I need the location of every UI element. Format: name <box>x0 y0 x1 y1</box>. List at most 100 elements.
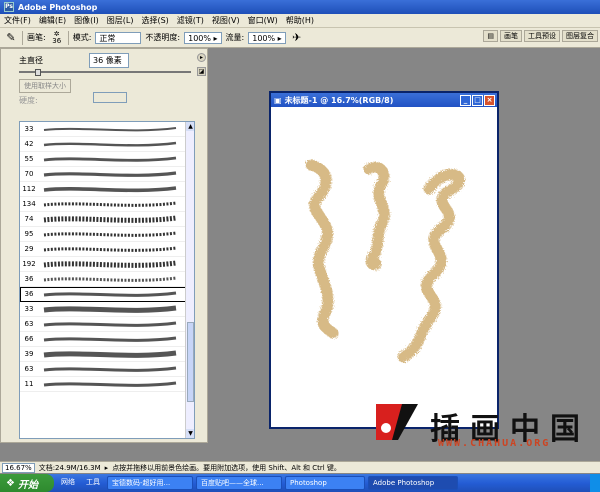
brush-preset-panel: 主直径 36 像素 ▸ ◪ 使用取样大小 硬度: 33 42 55 70 112 134 7… <box>0 48 208 443</box>
airbrush-icon[interactable]: ✈ <box>290 31 304 45</box>
start-button[interactable]: ❖ 开始 <box>0 474 54 492</box>
brush-stroke-path <box>43 246 177 252</box>
brush-size-label: 63 <box>24 320 34 328</box>
brush-preset-picker[interactable]: ✲ 36 <box>50 30 64 45</box>
brush-stroke-path <box>43 350 177 358</box>
scroll-up-arrow[interactable]: ▲ <box>186 122 194 131</box>
brush-preset-item[interactable]: 95 <box>20 227 194 242</box>
app-titlebar: Ps Adobe Photoshop <box>0 0 600 14</box>
close-button[interactable]: × <box>484 94 495 106</box>
brush-preset-item[interactable]: 63 <box>20 317 194 332</box>
brush-stroke-path <box>43 171 177 177</box>
document-canvas[interactable] <box>271 107 497 427</box>
brush-stroke-preview <box>43 186 177 193</box>
menu-filter[interactable]: 滤镜(T) <box>177 15 204 26</box>
palette-tab-tool-presets[interactable]: 工具预设 <box>524 30 560 42</box>
status-arrow-icon[interactable]: ▸ <box>105 464 109 472</box>
brush-preset-item[interactable]: 55 <box>20 152 194 167</box>
brush-preset-item[interactable]: 39 <box>20 347 194 362</box>
hardness-input[interactable] <box>93 92 127 103</box>
maximize-button[interactable]: □ <box>472 94 483 106</box>
palette-well: ▤ 画笔 工具预设 图层复合 <box>483 30 598 42</box>
brush-preset-item[interactable]: 192 <box>20 257 194 272</box>
menu-file[interactable]: 文件(F) <box>4 15 31 26</box>
brush-stroke-path <box>43 321 177 327</box>
menu-view[interactable]: 视图(V) <box>212 15 240 26</box>
brush-size-label: 63 <box>24 365 34 373</box>
menu-select[interactable]: 选择(S) <box>141 15 168 26</box>
flow-value: 100% <box>252 33 276 43</box>
menu-window[interactable]: 窗口(W) <box>248 15 278 26</box>
minimize-button[interactable]: _ <box>460 94 471 106</box>
brush-preset-item[interactable]: 36 <box>20 287 194 302</box>
brush-stroke-preview <box>43 260 177 268</box>
opacity-label: 不透明度: <box>145 33 181 42</box>
brush-stroke-path <box>43 215 177 223</box>
brush-preset-item[interactable]: 11 <box>20 377 194 392</box>
diameter-slider-track[interactable] <box>19 71 191 73</box>
brush-list[interactable]: 33 42 55 70 112 134 74 95 29 192 36 36 33 63 66 39 63 11 … <box>19 121 195 439</box>
brush-tool-icon[interactable]: ✎ <box>4 31 18 45</box>
paint-stroke <box>397 168 466 363</box>
scroll-down-arrow[interactable]: ▼ <box>186 429 194 438</box>
brush-preset-item[interactable]: 74 <box>20 212 194 227</box>
quicklaunch-tools[interactable]: 工具 <box>82 476 104 490</box>
brush-preset-item[interactable]: 112 <box>20 182 194 197</box>
divider <box>67 30 69 45</box>
panel-options-icon[interactable]: ◪ <box>197 67 206 76</box>
brush-size-label: 192 <box>22 260 36 268</box>
document-titlebar[interactable]: ▣ 未标题-1 @ 16.7%(RGB/8) _ □ × <box>271 93 497 107</box>
brush-stroke-preview <box>43 215 177 223</box>
mode-select[interactable]: 正常 <box>95 31 142 44</box>
brush-stroke-preview <box>43 246 177 252</box>
diameter-slider-thumb[interactable] <box>35 69 41 76</box>
palette-tab-brushes[interactable]: 画笔 <box>500 30 522 42</box>
mode-label: 模式: <box>72 33 92 42</box>
zoom-field[interactable]: 16.67% <box>2 462 35 473</box>
brush-label: 画笔: <box>27 33 46 42</box>
brush-preset-item[interactable]: 36 <box>20 272 194 287</box>
brush-stroke-path <box>43 231 177 237</box>
palette-toggle-icon[interactable]: ▤ <box>483 30 498 42</box>
brush-stroke-preview <box>43 141 177 147</box>
brush-stroke-preview <box>43 350 177 358</box>
brush-preset-item[interactable]: 42 <box>20 137 194 152</box>
brush-list-scrollbar[interactable]: ▲ ▼ <box>185 122 194 438</box>
paint-stroke <box>305 159 339 339</box>
taskbar-item-baode[interactable]: 宝德数码-超好用... <box>107 476 193 490</box>
brush-preset-item[interactable]: 33 <box>20 122 194 137</box>
brush-size-label: 42 <box>24 140 34 148</box>
brush-preset-item[interactable]: 70 <box>20 167 194 182</box>
flow-label: 流量: <box>225 33 245 42</box>
document-window[interactable]: ▣ 未标题-1 @ 16.7%(RGB/8) _ □ × <box>269 91 499 429</box>
brush-preset-item[interactable]: 29 <box>20 242 194 257</box>
palette-tab-layer-comps[interactable]: 图层复合 <box>562 30 598 42</box>
brush-preset-item[interactable]: 63 <box>20 362 194 377</box>
menu-image[interactable]: 图像(I) <box>74 15 99 26</box>
brush-stroke-path <box>43 336 177 342</box>
taskbar-item-baidu[interactable]: 百度贴吧——全球... <box>196 476 282 490</box>
brush-stroke-path <box>43 127 177 132</box>
brush-preset-item[interactable]: 33 <box>20 302 194 317</box>
brush-stroke-preview <box>43 336 177 342</box>
menu-edit[interactable]: 编辑(E) <box>39 15 66 26</box>
brush-preset-item[interactable]: 134 <box>20 197 194 212</box>
brush-stroke-preview <box>43 276 177 282</box>
brush-stroke-path <box>43 305 177 313</box>
status-hint: 点按并拖移以用前景色绘画。要用附加选项，使用 Shift、Alt 和 Ctrl … <box>112 463 341 472</box>
windows-taskbar: ❖ 开始 网络 工具 宝德数码-超好用... 百度贴吧——全球... Photo… <box>0 474 600 492</box>
flow-field[interactable]: 100% ▸ <box>248 31 286 44</box>
windows-flag-icon: ❖ <box>6 477 15 489</box>
panel-menu-icon[interactable]: ▸ <box>197 53 206 62</box>
use-sample-size-button[interactable]: 使用取样大小 <box>19 79 71 93</box>
scroll-thumb[interactable] <box>187 322 194 402</box>
menu-help[interactable]: 帮助(H) <box>286 15 314 26</box>
master-diameter-input[interactable]: 36 像素 <box>89 53 129 68</box>
opacity-field[interactable]: 100% ▸ <box>184 31 222 44</box>
quicklaunch-network[interactable]: 网络 <box>57 476 79 490</box>
taskbar-item-photoshop-folder[interactable]: Photoshop <box>285 476 365 490</box>
doc-size-readout[interactable]: 文档:24.9M/16.3M <box>39 463 101 473</box>
menu-layer[interactable]: 图层(L) <box>107 15 134 26</box>
taskbar-item-adobe-photoshop[interactable]: Adobe Photoshop <box>368 476 458 490</box>
brush-preset-item[interactable]: 66 <box>20 332 194 347</box>
